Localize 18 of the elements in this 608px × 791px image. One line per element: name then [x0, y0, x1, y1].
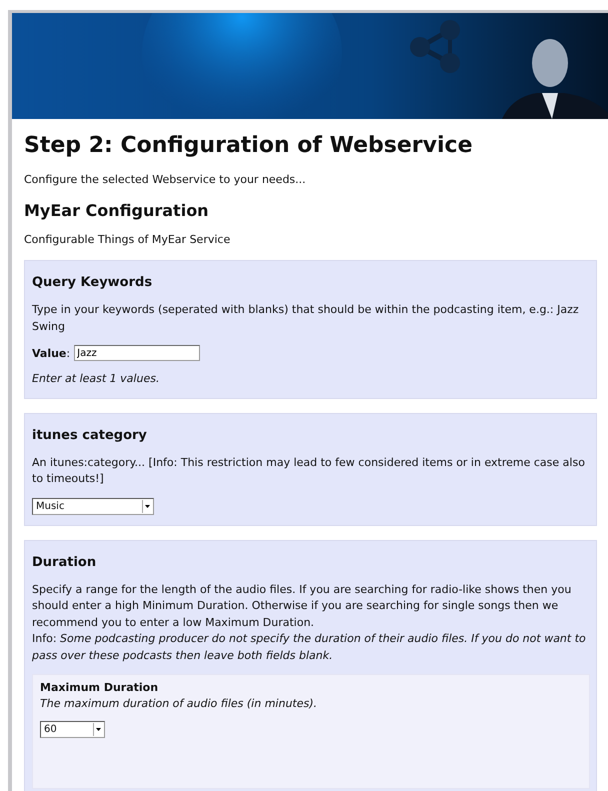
page-title: Step 2: Configuration of Webservice — [24, 133, 474, 158]
service-title: MyEar Configuration — [24, 200, 210, 220]
section-title: Duration — [32, 554, 98, 570]
field-description: The maximum duration of audio files (in minutes). — [40, 696, 318, 712]
section-description: Type in your keywords (seperated with blanks) that should be within the podcasting item, e.g.: Jazz Swing — [32, 302, 580, 334]
intro-text: Configure the selected Webservice to your needs... — [24, 172, 307, 188]
caret-icon — [145, 504, 150, 508]
hint-text: Enter at least 1 values. — [32, 371, 160, 387]
section-description: An itunes:category... [Info: This restriction may lead to few considered items or in extreme case also to timeouts!] — [32, 454, 586, 487]
section-title: itunes category — [32, 428, 148, 442]
service-subtitle: Configurable Things of MyEar Service — [24, 232, 232, 248]
value-label: Value: — [32, 346, 70, 360]
field-title: Maximum Duration — [40, 681, 160, 694]
category-dropdown[interactable]: Music — [32, 498, 154, 514]
duration-dropdown[interactable]: 60 — [40, 720, 105, 738]
section-title: Query Keywords — [32, 275, 154, 290]
section-description: Specify a range for the length of the audio files. If you are searching for radio-like shows then you should enter a high Minimum Duration. Otherwise if you are searching for single songs then we recommend you to enter a low Maximum Duration. Info: Some podcasting producer do not specify the duration of their audio files. If you do not want to pass over these podcasts then leave both fields blank. — [32, 582, 587, 664]
caret-icon — [96, 728, 101, 730]
